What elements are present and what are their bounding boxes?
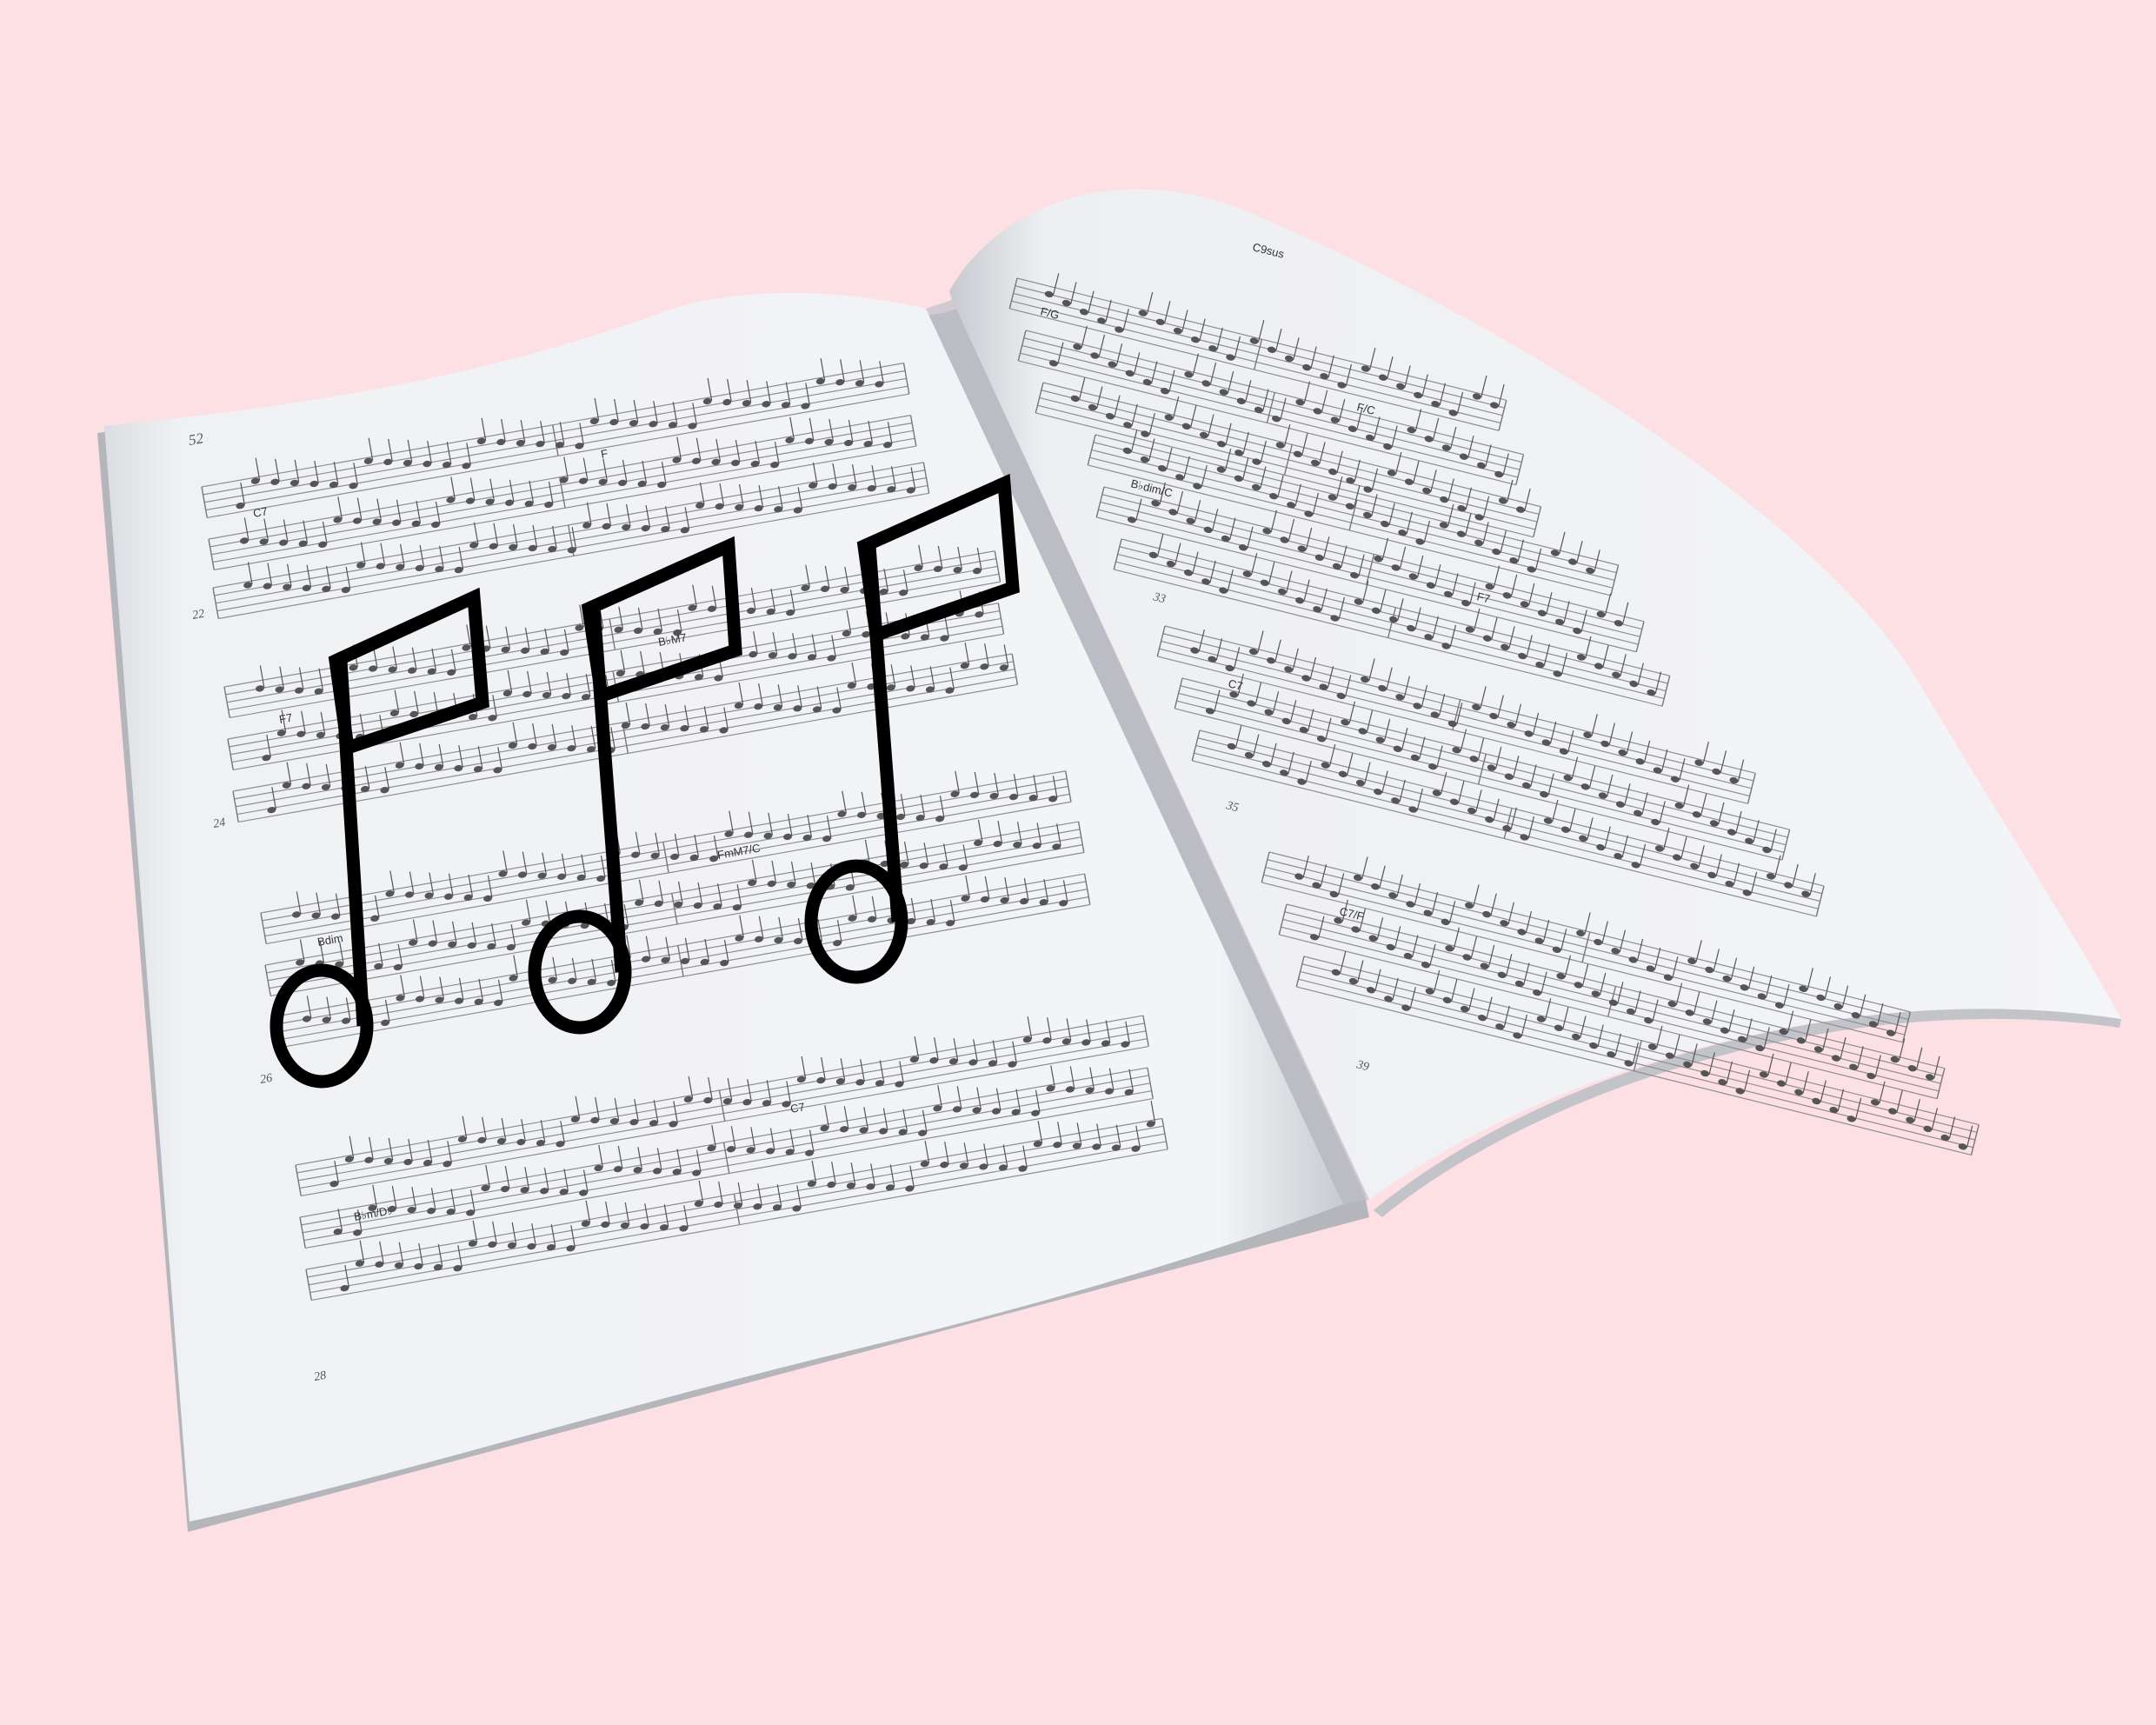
left-chord-3: F7 [278,711,294,726]
left-measure-number-1: 22 [191,608,205,623]
scene: 52 22 24 26 28 C7 F F7 B♭M7 Bdim FmM7/C … [97,189,2121,1532]
left-measure-number-4: 28 [313,1369,327,1384]
left-chord-1: C7 [252,504,269,520]
left-measure-number-3: 26 [259,1072,273,1087]
left-measure-number-2: 24 [212,816,226,831]
left-chord-7: C7 [789,1100,806,1116]
